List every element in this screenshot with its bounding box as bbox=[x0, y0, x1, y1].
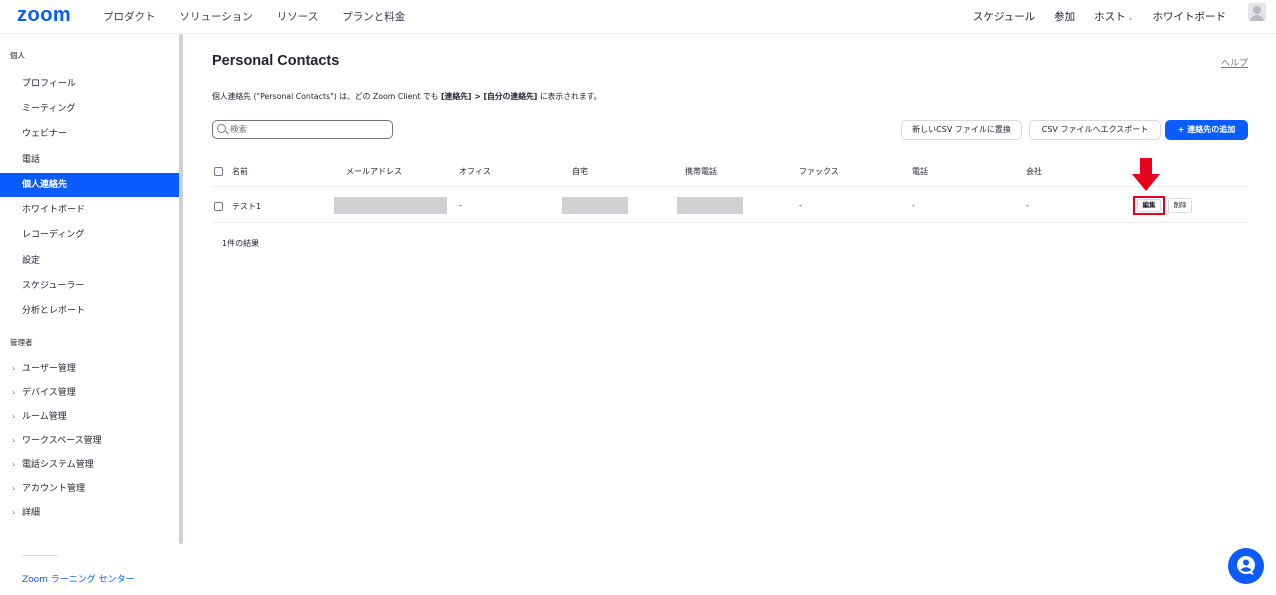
sidebar-item-label: アカウント管理 bbox=[22, 484, 86, 494]
top-nav-bar: zoom プロダクト ソリューション リソース プランと料金 スケジュール 参加… bbox=[0, 0, 1276, 34]
sidebar-item-room-management[interactable]: › ルーム管理 bbox=[0, 405, 180, 429]
chevron-right-icon: › bbox=[12, 460, 16, 469]
chevron-right-icon: › bbox=[12, 412, 16, 421]
sidebar-divider bbox=[22, 555, 58, 556]
sidebar-item-workspace-management[interactable]: › ワークスペース管理 bbox=[0, 429, 180, 453]
sidebar-item-personal-contacts[interactable]: 個人連絡先 bbox=[0, 173, 180, 197]
table-row-divider bbox=[212, 222, 1248, 223]
chevron-right-icon: › bbox=[12, 388, 16, 397]
zoom-logo[interactable]: zoom bbox=[17, 4, 71, 27]
chevron-right-icon: › bbox=[12, 436, 16, 445]
chevron-right-icon: › bbox=[12, 484, 16, 493]
nav-solutions[interactable]: ソリューション bbox=[180, 9, 253, 24]
column-header-name[interactable]: 名前 bbox=[232, 166, 248, 177]
cell-phone: - bbox=[912, 201, 915, 210]
select-all-checkbox[interactable] bbox=[214, 167, 223, 176]
export-csv-button[interactable]: CSV ファイルへエクスポート bbox=[1029, 120, 1161, 140]
sidebar-item-profile[interactable]: プロフィール bbox=[0, 72, 180, 96]
sidebar-item-settings[interactable]: 設定 bbox=[0, 249, 180, 273]
chat-bot-icon bbox=[1237, 556, 1255, 575]
chevron-right-icon: › bbox=[12, 508, 16, 517]
sidebar-item-advanced[interactable]: › 詳細 bbox=[0, 501, 180, 525]
sidebar-item-reports[interactable]: 分析とレポート bbox=[0, 299, 180, 323]
page-description: 個人連絡先 ("Personal Contacts") は、どの Zoom Cl… bbox=[212, 91, 601, 102]
desc-start: 個人連絡先 ("Personal Contacts") は、どの Zoom Cl… bbox=[212, 92, 441, 101]
sidebar-item-recordings[interactable]: レコーディング bbox=[0, 223, 180, 247]
replace-csv-button[interactable]: 新しいCSV ファイルに置換 bbox=[901, 120, 1022, 140]
sidebar-item-user-management[interactable]: › ユーザー管理 bbox=[0, 357, 180, 381]
redacted-home bbox=[562, 197, 628, 214]
help-link[interactable]: ヘルプ bbox=[1221, 56, 1248, 69]
nav-products[interactable]: プロダクト bbox=[103, 9, 156, 24]
desc-path: [連絡先] > [自分の連絡先] bbox=[440, 92, 538, 101]
nav-left: プロダクト ソリューション リソース プランと料金 bbox=[103, 9, 429, 24]
edit-label: 編集 bbox=[1142, 201, 1156, 209]
column-header-home[interactable]: 自宅 bbox=[572, 166, 588, 177]
learning-center-link[interactable]: Zoom ラーニング センター bbox=[22, 572, 135, 585]
sidebar-item-label: ワークスペース管理 bbox=[22, 436, 102, 446]
sidebar-item-scheduler[interactable]: スケジューラー bbox=[0, 274, 180, 298]
nav-pricing[interactable]: プランと料金 bbox=[342, 9, 405, 24]
sidebar: 個人 プロフィール ミーティング ウェビナー 電話 個人連絡先 ホワイトボード … bbox=[0, 34, 180, 595]
search-box bbox=[212, 120, 393, 139]
sidebar-section-admin: 管理者 bbox=[10, 338, 33, 347]
sidebar-item-device-management[interactable]: › デバイス管理 bbox=[0, 381, 180, 405]
search-input[interactable] bbox=[230, 123, 390, 136]
cell-company: - bbox=[1026, 201, 1029, 210]
nav-join[interactable]: 参加 bbox=[1054, 9, 1075, 24]
column-header-phone[interactable]: 電話 bbox=[912, 166, 928, 177]
redacted-mobile bbox=[677, 197, 743, 214]
edit-button[interactable]: 編集 bbox=[1133, 196, 1165, 215]
sidebar-item-label: ユーザー管理 bbox=[22, 364, 76, 374]
delete-button[interactable]: 削除 bbox=[1168, 198, 1192, 213]
table-header-divider bbox=[212, 186, 1248, 187]
search-icon bbox=[217, 124, 226, 133]
sidebar-item-whiteboards[interactable]: ホワイトボード bbox=[0, 198, 180, 222]
result-count: 1件の結果 bbox=[222, 239, 260, 248]
sidebar-item-phone[interactable]: 電話 bbox=[0, 148, 180, 172]
sidebar-item-label: デバイス管理 bbox=[22, 388, 76, 398]
nav-resources[interactable]: リソース bbox=[277, 9, 318, 24]
chevron-down-icon: ⌄ bbox=[1127, 14, 1134, 22]
sidebar-item-label: 詳細 bbox=[22, 508, 41, 518]
add-contact-button[interactable]: + 連絡先の追加 bbox=[1165, 120, 1248, 140]
column-header-fax[interactable]: ファックス bbox=[799, 166, 839, 177]
chevron-right-icon: › bbox=[12, 364, 16, 373]
page-title: Personal Contacts bbox=[212, 53, 340, 69]
nav-host-label: ホスト bbox=[1094, 11, 1126, 23]
row-checkbox[interactable] bbox=[214, 202, 223, 211]
nav-host[interactable]: ホスト ⌄ bbox=[1094, 9, 1133, 24]
nav-whiteboard[interactable]: ホワイトボード bbox=[1153, 9, 1227, 24]
sidebar-item-webinars[interactable]: ウェビナー bbox=[0, 122, 180, 146]
column-header-office[interactable]: オフィス bbox=[459, 166, 491, 177]
sidebar-item-label: ルーム管理 bbox=[22, 412, 67, 422]
column-header-company[interactable]: 会社 bbox=[1026, 166, 1042, 177]
redacted-email bbox=[334, 197, 447, 214]
cell-name: テスト1 bbox=[232, 202, 262, 211]
nav-schedule[interactable]: スケジュール bbox=[973, 9, 1035, 24]
sidebar-item-label: 電話システム管理 bbox=[22, 460, 94, 470]
sidebar-item-meetings[interactable]: ミーティング bbox=[0, 97, 180, 121]
sidebar-scrollbar[interactable] bbox=[179, 34, 183, 544]
column-header-mobile[interactable]: 携帯電話 bbox=[685, 166, 717, 177]
nav-right: スケジュール 参加 ホスト ⌄ ホワイトボード bbox=[954, 9, 1226, 24]
sidebar-item-phone-system[interactable]: › 電話システム管理 bbox=[0, 453, 180, 477]
column-header-email[interactable]: メールアドレス bbox=[346, 166, 402, 177]
cell-office: - bbox=[459, 201, 462, 210]
sidebar-item-account-management[interactable]: › アカウント管理 bbox=[0, 477, 180, 501]
red-arrow-down-icon bbox=[1132, 158, 1160, 191]
desc-end: に表示されます。 bbox=[537, 92, 602, 101]
sidebar-section-personal: 個人 bbox=[10, 51, 25, 60]
cell-fax: - bbox=[799, 201, 802, 210]
support-chat-button[interactable] bbox=[1228, 548, 1264, 584]
avatar[interactable] bbox=[1248, 3, 1266, 21]
